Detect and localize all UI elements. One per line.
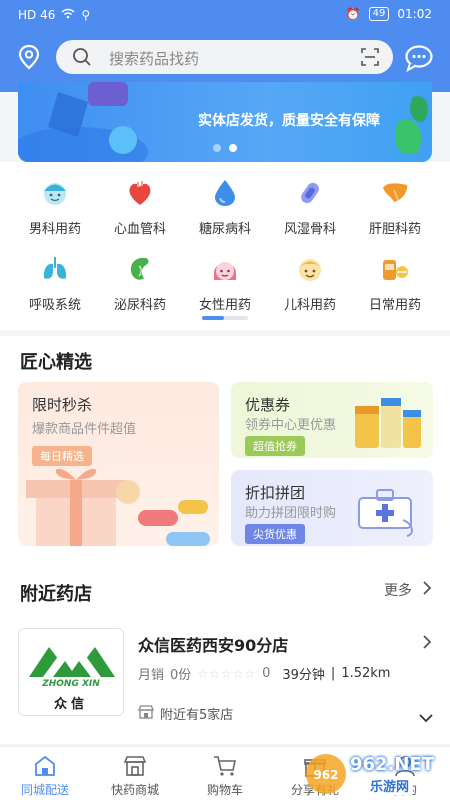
watermark-text: 962.NET bbox=[350, 754, 435, 775]
category-diabetes[interactable]: 糖尿病科 bbox=[183, 178, 267, 248]
man-face-icon bbox=[40, 178, 70, 208]
pharmacy-logo[interactable]: ZHONG XIN 众信 bbox=[18, 628, 124, 716]
distance: 1.52km bbox=[341, 666, 391, 681]
sales-label: 月销 bbox=[138, 668, 165, 683]
category-pager bbox=[202, 316, 248, 320]
cart-icon bbox=[213, 755, 237, 777]
category-urology[interactable]: 泌尿科药 bbox=[98, 254, 182, 324]
location-icon[interactable] bbox=[16, 44, 42, 70]
pharmacy-name[interactable]: 众信医药西安90分店 bbox=[138, 632, 288, 656]
category-label: 日常用药 bbox=[368, 298, 421, 313]
rating-value: 0 bbox=[262, 666, 271, 681]
bone-icon bbox=[295, 178, 325, 208]
nearby-count[interactable]: 附近有5家店 bbox=[138, 704, 233, 723]
banner-text: 实体店发货，质量安全有保障 bbox=[198, 113, 380, 129]
wifi-icon bbox=[61, 8, 75, 22]
tab-cart[interactable]: 购物车 bbox=[180, 755, 270, 798]
scan-icon[interactable] bbox=[361, 48, 379, 70]
category-label: 糖尿病科 bbox=[198, 222, 251, 237]
section-title: 匠心精选 bbox=[20, 352, 92, 373]
search-icon bbox=[72, 47, 92, 71]
search-input[interactable]: 搜索药品找药 bbox=[56, 40, 393, 74]
alarm-icon: ⏰ bbox=[345, 7, 361, 21]
category-label: 肝胆科药 bbox=[368, 222, 421, 237]
gift-illustration bbox=[26, 468, 210, 546]
category-cardio[interactable]: 心血管科 bbox=[98, 178, 182, 248]
tab-mall[interactable]: 快药商城 bbox=[90, 755, 180, 798]
network-indicator: HD 46 bbox=[18, 8, 56, 22]
category-label: 心血管科 bbox=[113, 222, 166, 237]
status-bar: HD 46 ⚲ ⏰ 49 01:02 bbox=[0, 0, 450, 30]
nearby-count-label: 附近有5家店 bbox=[160, 708, 234, 723]
tab-label: 购物车 bbox=[206, 783, 243, 797]
category-female[interactable]: 女性用药 bbox=[183, 254, 267, 324]
category-label: 泌尿科药 bbox=[113, 298, 166, 313]
chevron-right-icon bbox=[422, 580, 432, 600]
card-tag: 尖货优惠 bbox=[245, 524, 305, 544]
promo-banner[interactable]: 实体店发货，质量安全有保障 bbox=[18, 82, 432, 162]
shop-icon bbox=[123, 755, 147, 777]
kidney-icon bbox=[125, 254, 155, 284]
nearby-pharmacies: 附近药店 更多 ZHONG XIN 众信 众信医药西安90分店 月销 0份 ☆☆… bbox=[0, 562, 450, 744]
drop-icon bbox=[210, 178, 240, 208]
category-label: 儿科用药 bbox=[283, 298, 336, 313]
tab-label: 快药商城 bbox=[110, 783, 159, 797]
medicine-bottles-illustration bbox=[355, 398, 421, 448]
banner-dot bbox=[213, 144, 221, 152]
flash-sale-card[interactable]: 限时秒杀 爆款商品件件超值 每日精选 bbox=[18, 382, 219, 546]
category-respiratory[interactable]: 呼吸系统 bbox=[13, 254, 97, 324]
category-pediatric[interactable]: 儿科用药 bbox=[268, 254, 352, 324]
more-link[interactable]: 更多 bbox=[384, 580, 432, 600]
child-face-icon bbox=[295, 254, 325, 284]
woman-face-icon bbox=[210, 254, 240, 284]
coupon-card[interactable]: 优惠券 领券中心更优惠 超值抢券 bbox=[231, 382, 433, 458]
pharmacy-meta: 月销 0份 ☆☆☆☆☆ 0 39分钟 | 1.52km bbox=[138, 666, 391, 683]
pill-icon bbox=[380, 254, 410, 284]
store-icon bbox=[138, 704, 154, 723]
logo-text-cn: 众信 bbox=[53, 697, 88, 712]
liver-icon bbox=[380, 178, 410, 208]
home-icon bbox=[33, 755, 57, 777]
message-icon[interactable] bbox=[404, 44, 434, 73]
category-label: 男科用药 bbox=[28, 222, 81, 237]
rating-stars: ☆☆☆☆☆ bbox=[197, 666, 257, 681]
category-label: 女性用药 bbox=[198, 298, 251, 313]
tab-local-delivery[interactable]: 同城配送 bbox=[0, 755, 90, 798]
usb-icon: ⚲ bbox=[81, 8, 91, 22]
category-rheumatism[interactable]: 风湿骨科 bbox=[268, 178, 352, 248]
more-label: 更多 bbox=[384, 583, 412, 599]
section-title: 附近药店 bbox=[20, 584, 92, 605]
banner-dot-active bbox=[229, 144, 237, 152]
chevron-right-icon[interactable] bbox=[422, 634, 432, 654]
search-row: 搜索药品找药 bbox=[0, 38, 450, 78]
sales-value: 0份 bbox=[170, 668, 192, 683]
featured-section: 匠心精选 限时秒杀 爆款商品件件超值 每日精选 优惠券 领券中心更优惠 超值抢券 bbox=[0, 336, 450, 562]
tab-label: 同城配送 bbox=[20, 783, 69, 797]
card-title: 折扣拼团 bbox=[245, 484, 306, 502]
site-watermark: 962 962.NET 乐游网 bbox=[304, 752, 444, 796]
clock: 01:02 bbox=[397, 7, 432, 21]
card-tag: 超值抢券 bbox=[245, 436, 305, 456]
watermark-subtext: 乐游网 bbox=[366, 776, 414, 795]
search-placeholder: 搜索药品找药 bbox=[109, 50, 200, 68]
lungs-icon bbox=[40, 254, 70, 284]
svg-text:962: 962 bbox=[313, 768, 338, 782]
category-liver[interactable]: 肝胆科药 bbox=[353, 178, 437, 248]
group-buy-card[interactable]: 折扣拼团 助力拼团限时购 尖货优惠 bbox=[231, 470, 433, 546]
category-grid: 男科用药 心血管科 糖尿病科 风湿骨科 肝胆科药 呼吸系统 泌尿科药 女性用药 … bbox=[0, 162, 450, 330]
battery-indicator: 49 bbox=[368, 7, 390, 21]
card-subtitle: 助力拼团限时购 bbox=[245, 506, 337, 521]
heart-icon bbox=[125, 178, 155, 208]
delivery-time: 39分钟 bbox=[282, 668, 325, 683]
chevron-down-icon[interactable] bbox=[418, 708, 434, 727]
medical-kit-illustration bbox=[358, 489, 413, 537]
category-male[interactable]: 男科用药 bbox=[13, 178, 97, 248]
card-title: 优惠券 bbox=[245, 396, 291, 414]
category-label: 风湿骨科 bbox=[283, 222, 336, 237]
category-label: 呼吸系统 bbox=[28, 298, 81, 313]
header: HD 46 ⚲ ⏰ 49 01:02 搜索药品找药 bbox=[0, 0, 450, 92]
logo-text: ZHONG XIN bbox=[42, 679, 100, 689]
category-daily[interactable]: 日常用药 bbox=[353, 254, 437, 324]
card-subtitle: 领券中心更优惠 bbox=[245, 418, 337, 433]
